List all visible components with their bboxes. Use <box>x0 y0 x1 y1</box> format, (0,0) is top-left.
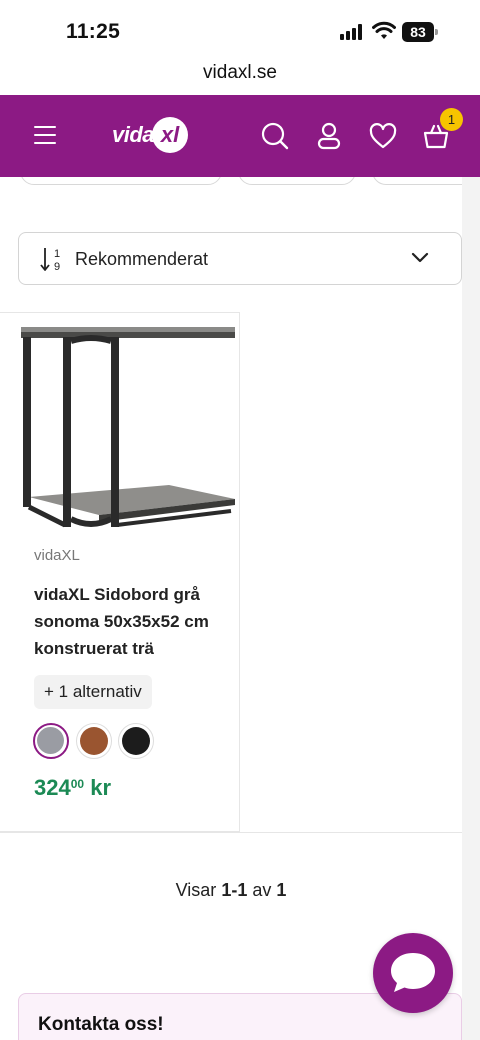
product-alternatives[interactable]: + 1 alternativ <box>34 675 152 709</box>
price-currency: kr <box>90 775 111 800</box>
swatch-brown[interactable] <box>76 723 112 759</box>
vidaxl-logo[interactable]: vida xl <box>112 116 189 154</box>
account-icon[interactable] <box>314 121 344 151</box>
chat-button[interactable] <box>373 933 453 1013</box>
wifi-icon <box>372 21 396 39</box>
battery-level: 83 <box>402 22 434 42</box>
sort-select[interactable]: 1 9 Rekommenderat <box>18 232 462 285</box>
filter-chip[interactable] <box>238 177 356 185</box>
status-time: 11:25 <box>66 20 121 43</box>
product-brand: vidaXL <box>34 547 80 564</box>
cellular-signal-icon <box>340 24 364 40</box>
filter-chip[interactable] <box>372 177 462 185</box>
battery-icon: 83 <box>402 22 438 42</box>
contact-title: Kontakta oss! <box>38 1014 164 1035</box>
results-range: 1-1 <box>221 880 248 900</box>
swatch-color <box>122 727 150 755</box>
site-header: vida xl <box>0 95 480 177</box>
results-prefix: Visar <box>175 880 217 900</box>
cart-count-badge: 1 <box>440 108 463 131</box>
results-total: 1 <box>276 880 287 900</box>
svg-text:1: 1 <box>54 248 60 260</box>
product-title[interactable]: vidaXL Sidobord grå sonoma 50x35x52 cm k… <box>34 581 224 662</box>
results-count: Visar 1-1 av 1 <box>0 880 462 901</box>
chat-bubble-icon <box>391 953 435 992</box>
search-icon[interactable] <box>260 121 290 151</box>
product-card[interactable]: vidaXL vidaXL Sidobord grå sonoma 50x35x… <box>0 312 240 832</box>
menu-icon[interactable] <box>34 126 56 144</box>
svg-text:9: 9 <box>54 261 60 272</box>
product-price: 32400 kr <box>34 775 111 801</box>
heart-icon[interactable] <box>368 121 398 151</box>
page-scrollbar[interactable] <box>462 177 480 1040</box>
product-image[interactable] <box>19 319 239 539</box>
browser-url[interactable]: vidaxl.se <box>0 62 480 95</box>
logo-mark: xl <box>152 117 189 153</box>
swatch-color <box>37 727 64 754</box>
chevron-down-icon <box>411 252 429 263</box>
swatch-black[interactable] <box>118 723 154 759</box>
sort-select-label: Rekommenderat <box>75 249 209 269</box>
logo-text: vida <box>112 122 155 147</box>
price-main: 324 <box>34 775 71 800</box>
swatch-color <box>80 727 108 755</box>
filter-chip-strip <box>0 177 462 189</box>
price-cents: 00 <box>70 777 85 791</box>
sort-1-9-icon: 1 9 <box>40 248 60 272</box>
swatch-grey[interactable] <box>33 723 69 759</box>
results-divider <box>0 832 462 833</box>
status-bar: 11:25 83 <box>0 0 480 62</box>
results-of: av <box>252 880 272 900</box>
filter-chip[interactable] <box>20 177 222 185</box>
